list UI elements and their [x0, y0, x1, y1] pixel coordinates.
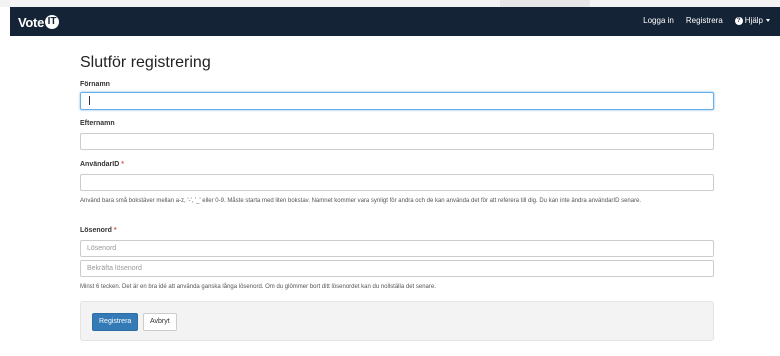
- userid-help-text: Använd bara små bokstäver mellan a-z, '-…: [80, 198, 642, 204]
- required-marker: *: [121, 161, 124, 168]
- brand-text: Vote: [18, 14, 45, 30]
- browser-top-strip: [0, 0, 780, 7]
- navbar-links: Logga in Registrera ? Hjälp: [631, 16, 770, 25]
- userid-label-text: AnvändarID: [80, 161, 120, 168]
- password-confirm-input[interactable]: Bekräfta lösenord: [80, 260, 714, 277]
- brand-badge-icon: IT: [45, 15, 60, 29]
- userid-label: AnvändarID *: [80, 161, 124, 168]
- register-link[interactable]: Registrera: [686, 16, 723, 25]
- help-dropdown[interactable]: ? Hjälp: [734, 16, 770, 25]
- firstname-input[interactable]: [80, 92, 714, 110]
- text-cursor: [89, 96, 90, 105]
- page-title: Slutför registrering: [80, 54, 211, 71]
- top-navbar: Vote IT Logga in Registrera ? Hjälp: [10, 7, 780, 36]
- form-actions-panel: Registrera Avbryt: [80, 301, 714, 341]
- password-label-text: Lösenord: [80, 227, 112, 234]
- caret-down-icon: [766, 19, 770, 23]
- browser-strip-segment: [500, 0, 590, 7]
- password-input[interactable]: Lösenord: [80, 240, 714, 257]
- password-placeholder: Lösenord: [87, 245, 117, 252]
- lastname-input[interactable]: [80, 133, 714, 150]
- password-confirm-placeholder: Bekräfta lösenord: [87, 265, 142, 272]
- required-marker: *: [113, 227, 117, 234]
- password-help-text: Minst 6 tecken. Det är en bra idé att an…: [80, 284, 436, 290]
- cancel-button[interactable]: Avbryt: [143, 313, 177, 331]
- help-link-label: Hjälp: [744, 16, 763, 25]
- lastname-label: Efternamn: [80, 120, 115, 127]
- login-link[interactable]: Logga in: [643, 16, 674, 25]
- password-label: Lösenord *: [80, 227, 117, 234]
- firstname-label: Förnamn: [80, 81, 110, 88]
- question-circle-icon: ?: [734, 16, 743, 25]
- register-button[interactable]: Registrera: [92, 313, 139, 331]
- userid-input[interactable]: [80, 174, 714, 191]
- brand-logo[interactable]: Vote IT: [18, 13, 60, 31]
